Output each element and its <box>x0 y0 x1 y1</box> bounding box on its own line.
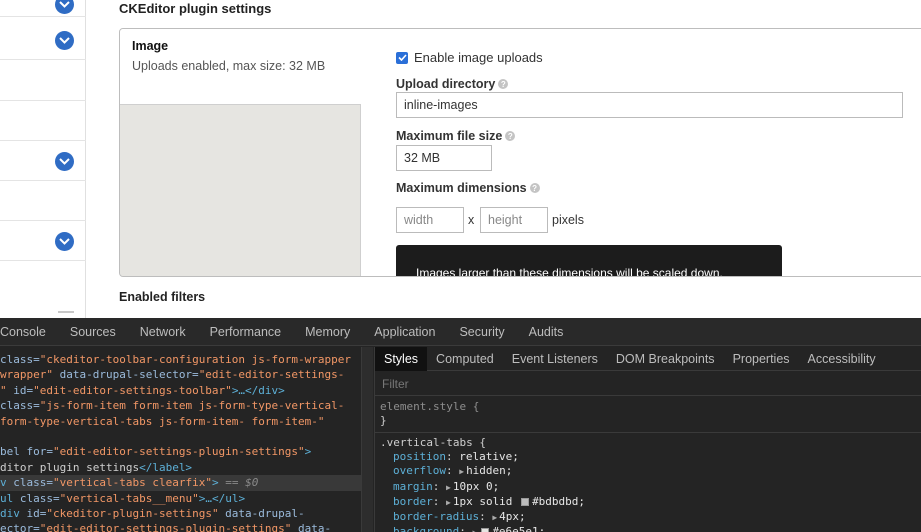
devtools-tab-network[interactable]: Network <box>140 325 186 339</box>
css-property[interactable]: overflow: ▶ hidden; <box>380 464 921 479</box>
vertical-tabs: Image Uploads enabled, max size: 32 MB E… <box>119 28 921 277</box>
help-icon[interactable]: ? <box>498 79 509 89</box>
vertical-tab-title: Image <box>132 39 169 53</box>
rule-properties: position: relative; overflow: ▶ hidden; mar… <box>380 450 921 532</box>
color-swatch-icon[interactable] <box>521 497 530 506</box>
vertical-tab-image[interactable]: Image Uploads enabled, max size: 32 MB <box>120 29 361 105</box>
styles-tab-accessibility[interactable]: Accessibility <box>799 347 885 371</box>
dom-node[interactable]: class="js-form-item form-item js-form-ty… <box>0 398 344 413</box>
rule-close: } <box>380 414 387 428</box>
styles-tab-properties[interactable]: Properties <box>724 347 799 371</box>
max-file-size-input[interactable]: 32 MB <box>396 145 492 171</box>
list-item <box>0 101 86 141</box>
element-style-rule: element.style { } <box>375 400 921 433</box>
css-property[interactable]: margin: ▶ 10px 0; <box>380 480 921 495</box>
max-dimensions-label: Maximum dimensions ? <box>396 181 540 195</box>
elements-tree: class="ckeditor-toolbar-configuration js… <box>0 347 361 532</box>
vertical-tab-pane: Enable image uploads Upload directory ? … <box>361 29 921 276</box>
expand-triangle-icon[interactable]: ▶ <box>492 513 497 522</box>
styles-filter-input[interactable]: Filter <box>375 372 921 396</box>
enable-uploads-label: Enable image uploads <box>414 50 543 65</box>
dom-node[interactable]: wrapper" data-drupal-selector="edit-edit… <box>0 367 344 382</box>
enable-uploads-checkbox[interactable] <box>396 51 408 64</box>
color-swatch-icon[interactable] <box>481 528 490 532</box>
dom-node[interactable]: form-type-vertical-tabs js-form-item- fo… <box>0 414 325 429</box>
enable-uploads-row[interactable]: Enable image uploads <box>396 50 543 65</box>
styles-pane: Styles Computed Event Listeners DOM Breakpo… <box>374 346 921 532</box>
devtools-panel: Console Sources Network Performance Memory Ap… <box>0 318 921 532</box>
dimensions-tooltip: Images larger than these dimensions will… <box>396 245 782 276</box>
css-property[interactable]: border-radius: ▶ 4px; <box>380 510 921 525</box>
chevron-down-icon[interactable] <box>55 31 74 50</box>
chevron-down-icon[interactable] <box>55 152 74 171</box>
vertical-tabs-rule: .vertical-tabs { position: relative; over… <box>375 436 921 532</box>
dom-node[interactable]: " id="edit-editor-settings-toolbar">…</d… <box>0 383 285 398</box>
rule-selector[interactable]: .vertical-tabs { <box>380 436 921 450</box>
dom-node[interactable]: ector="edit-editor-settings-plugin-setti… <box>0 521 331 532</box>
devtools-tab-application[interactable]: Application <box>374 325 435 339</box>
dom-node-selected[interactable]: v class="vertical-tabs clearfix"> == $0 <box>0 475 361 491</box>
styles-tabbar: Styles Computed Event Listeners DOM Breakpo… <box>375 346 921 371</box>
upload-directory-input[interactable]: inline-images <box>396 92 903 118</box>
dimension-separator: x <box>468 213 475 227</box>
css-property[interactable]: border: ▶ 1px solid #bdbdbd; <box>380 495 921 510</box>
styles-tab-dom-breakpoints[interactable]: DOM Breakpoints <box>607 347 724 371</box>
devtools-tabbar: Console Sources Network Performance Memory Ap… <box>0 318 921 346</box>
upload-directory-label: Upload directory ? <box>396 77 509 91</box>
help-icon[interactable]: ? <box>505 131 516 141</box>
styles-tab-styles[interactable]: Styles <box>375 346 428 371</box>
scrollbar-handle[interactable] <box>58 311 74 313</box>
expand-triangle-icon[interactable]: ▶ <box>459 467 464 476</box>
expand-triangle-icon[interactable]: ▶ <box>472 528 477 532</box>
expand-triangle-icon[interactable]: ▶ <box>446 498 451 507</box>
width-input[interactable]: width <box>396 207 464 233</box>
vertical-tabs-menu: Image Uploads enabled, max size: 32 MB <box>120 29 361 276</box>
devtools-tab-security[interactable]: Security <box>459 325 504 339</box>
dom-node[interactable]: ditor plugin settings</label> <box>0 460 192 475</box>
enabled-filters-heading: Enabled filters <box>119 290 206 304</box>
rule-selector: element.style { <box>380 400 480 413</box>
list-item <box>0 60 86 101</box>
elements-scrollbar[interactable] <box>361 347 373 532</box>
vertical-tab-summary: Uploads enabled, max size: 32 MB <box>132 59 326 73</box>
max-file-size-label-text: Maximum file size <box>396 129 503 143</box>
dom-node[interactable]: div id="ckeditor-plugin-settings" data-d… <box>0 506 305 521</box>
styles-tab-event-listeners[interactable]: Event Listeners <box>503 347 607 371</box>
max-file-size-label: Maximum file size ? <box>396 129 516 143</box>
max-dimensions-label-text: Maximum dimensions <box>396 181 527 195</box>
css-property[interactable]: position: relative; <box>380 450 921 464</box>
devtools-tab-performance[interactable]: Performance <box>210 325 282 339</box>
styles-tab-computed[interactable]: Computed <box>427 347 503 371</box>
dom-node[interactable]: bel for="edit-editor-settings-plugin-set… <box>0 444 311 459</box>
devtools-tab-console[interactable]: Console <box>0 325 46 339</box>
expand-triangle-icon[interactable]: ▶ <box>446 483 451 492</box>
upload-directory-label-text: Upload directory <box>396 77 496 91</box>
left-sidebar-strip <box>0 0 86 318</box>
devtools-tab-audits[interactable]: Audits <box>529 325 564 339</box>
help-icon[interactable]: ? <box>529 183 540 193</box>
dom-node[interactable]: class="ckeditor-toolbar-configuration js… <box>0 352 351 367</box>
devtools-tab-memory[interactable]: Memory <box>305 325 350 339</box>
section-title: CKEditor plugin settings <box>119 1 272 16</box>
height-input[interactable]: height <box>480 207 548 233</box>
list-item <box>0 181 86 221</box>
dom-node[interactable]: ul class="vertical-tabs__menu">…</ul> <box>0 491 245 506</box>
chevron-down-icon[interactable] <box>55 232 74 251</box>
pixels-label: pixels <box>552 213 584 227</box>
devtools-tab-sources[interactable]: Sources <box>70 325 116 339</box>
css-property[interactable]: background: ▶#e6e5e1; <box>380 525 921 532</box>
